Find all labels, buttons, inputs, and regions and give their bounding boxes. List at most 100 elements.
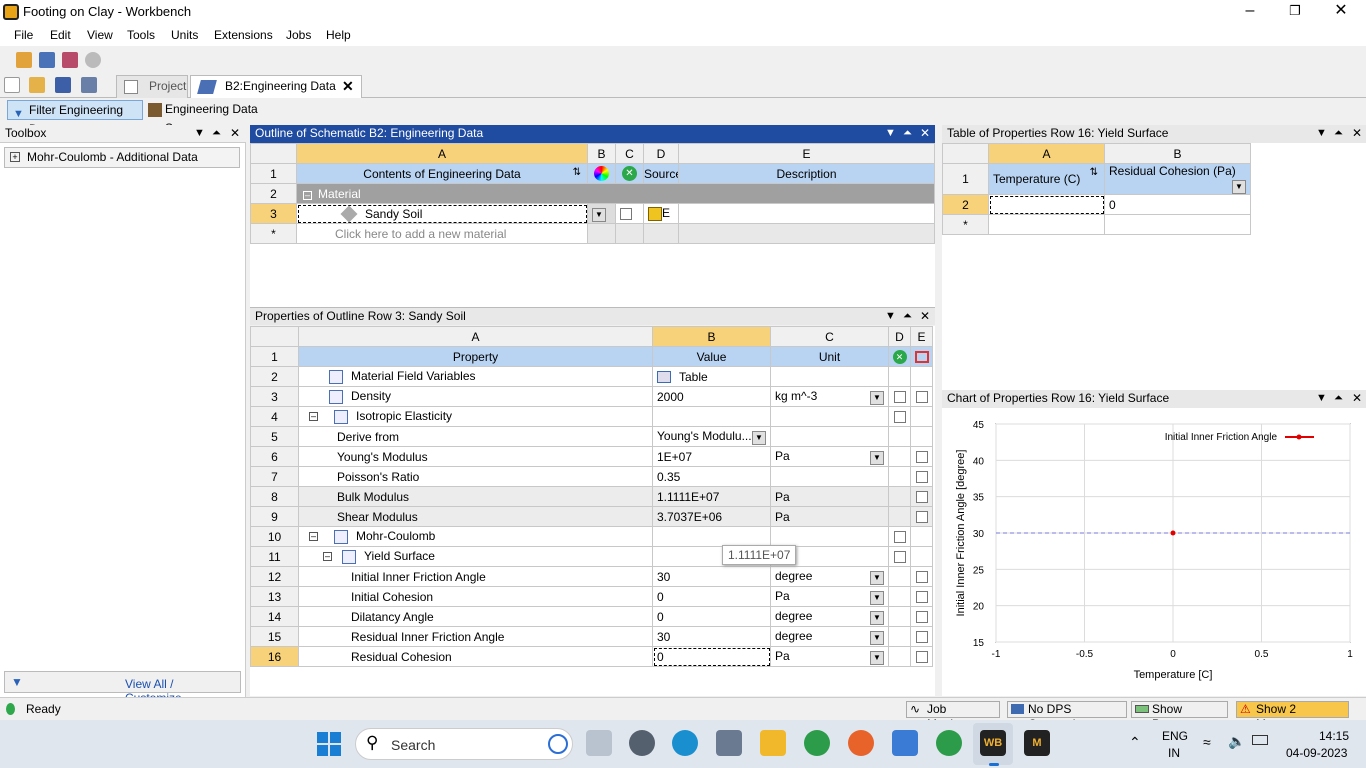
property-value-cell[interactable]: 0 bbox=[652, 646, 771, 667]
property-value-cell[interactable] bbox=[652, 526, 771, 547]
engineering-data-sources-button[interactable]: Engineering Data Sources bbox=[145, 100, 295, 135]
collapse-icon[interactable]: – bbox=[323, 552, 332, 562]
property-value-cell[interactable]: 1.1111E+07 bbox=[652, 486, 771, 507]
menu-extensions[interactable]: Extensions bbox=[214, 28, 273, 42]
parameter-cell[interactable] bbox=[910, 646, 933, 667]
sort-icon[interactable]: ⇅ bbox=[1090, 167, 1098, 178]
open-icon[interactable] bbox=[29, 77, 45, 93]
col-header-b[interactable]: B bbox=[1104, 143, 1251, 164]
tab-close-icon[interactable]: ✕ bbox=[342, 76, 354, 97]
refresh-icon[interactable] bbox=[85, 52, 101, 68]
battery-icon[interactable] bbox=[1252, 735, 1268, 745]
suppress-cell[interactable] bbox=[888, 406, 911, 427]
tool-icon[interactable] bbox=[716, 730, 742, 756]
parameter-cell[interactable] bbox=[910, 526, 933, 547]
property-name-cell[interactable]: Dilatancy Angle bbox=[298, 606, 653, 627]
job-monitor-button[interactable]: ∿Job Monitor... bbox=[906, 701, 1000, 731]
menu-edit[interactable]: Edit bbox=[50, 28, 71, 42]
panel-close-icon[interactable]: ✕ bbox=[1352, 125, 1362, 142]
filter-engineering-data-button[interactable]: ▼ Filter Engineering Data bbox=[7, 100, 143, 136]
dropdown-icon[interactable]: ▼ bbox=[870, 570, 884, 585]
toolbox-item-mohr-coulomb[interactable]: + Mohr-Coulomb - Additional Data bbox=[4, 147, 240, 168]
property-value-cell[interactable]: 2000 bbox=[652, 386, 771, 407]
panel-menu-icon[interactable]: ▼ bbox=[1316, 390, 1327, 407]
temperature-cell[interactable] bbox=[988, 194, 1105, 215]
suppress-cell[interactable] bbox=[615, 203, 644, 224]
tab-engineering-data[interactable]: B2:Engineering Data ✕ bbox=[190, 75, 362, 98]
property-value-cell[interactable]: 0 bbox=[652, 606, 771, 627]
suppress-cell[interactable] bbox=[888, 546, 911, 567]
parameter-cell[interactable] bbox=[910, 606, 933, 627]
suppress-cell[interactable] bbox=[888, 586, 911, 607]
collapse-icon[interactable]: – bbox=[309, 532, 318, 542]
menu-jobs[interactable]: Jobs bbox=[286, 28, 311, 42]
property-name-cell[interactable]: Shear Modulus bbox=[298, 506, 653, 527]
collapse-icon[interactable]: – bbox=[303, 190, 312, 200]
parameter-checkbox[interactable] bbox=[915, 651, 928, 664]
property-unit-cell[interactable]: degree ▼ bbox=[770, 566, 889, 587]
show-messages-button[interactable]: ⚠Show 2 Messages bbox=[1236, 701, 1349, 731]
parameter-checkbox[interactable] bbox=[915, 391, 928, 404]
parameter-cell[interactable] bbox=[910, 466, 933, 487]
property-row[interactable]: 4– Isotropic Elasticity bbox=[250, 406, 933, 427]
property-name-cell[interactable]: – Yield Surface bbox=[298, 546, 653, 567]
parameter-checkbox[interactable] bbox=[915, 451, 928, 464]
volume-icon[interactable]: 🔈 bbox=[1228, 733, 1245, 750]
col-header-a[interactable]: A bbox=[988, 143, 1105, 164]
parameter-checkbox[interactable] bbox=[915, 611, 928, 624]
dps-connection-button[interactable]: No DPS Connection bbox=[1007, 701, 1127, 731]
suppress-cell[interactable] bbox=[888, 486, 911, 507]
file-explorer-icon[interactable] bbox=[760, 730, 786, 756]
panel-menu-icon[interactable]: ▼ bbox=[885, 308, 896, 325]
col-header-b[interactable]: B bbox=[652, 326, 771, 347]
settings-icon[interactable] bbox=[629, 730, 655, 756]
property-row[interactable]: 13 Initial Cohesion 0 Pa ▼ bbox=[250, 586, 933, 607]
property-name-cell[interactable]: Material Field Variables bbox=[298, 366, 653, 387]
parameter-checkbox[interactable] bbox=[915, 471, 928, 484]
property-row[interactable]: 2 Material Field Variables Table bbox=[250, 366, 933, 387]
suppress-checkbox[interactable] bbox=[893, 391, 906, 404]
clock-date[interactable]: 04-09-2023 bbox=[1286, 746, 1347, 760]
pin-icon[interactable]: ⏶ bbox=[1334, 125, 1343, 142]
panel-close-icon[interactable]: ✕ bbox=[920, 308, 930, 325]
save-as-icon[interactable] bbox=[62, 52, 78, 68]
dropdown-icon[interactable]: ▼ bbox=[752, 430, 766, 445]
wifi-icon[interactable]: ≈ bbox=[1203, 734, 1211, 750]
property-name-cell[interactable]: Bulk Modulus bbox=[298, 486, 653, 507]
color-dropdown-cell[interactable]: ▼ bbox=[587, 203, 616, 224]
menu-file[interactable]: File bbox=[14, 28, 33, 42]
property-row[interactable]: 10– Mohr-Coulomb bbox=[250, 526, 933, 547]
col-header-d[interactable]: D bbox=[643, 143, 679, 164]
parameter-checkbox[interactable] bbox=[915, 511, 928, 524]
parameter-cell[interactable] bbox=[910, 506, 933, 527]
description-cell[interactable] bbox=[678, 203, 935, 224]
pin-icon[interactable]: ⏶ bbox=[903, 125, 912, 142]
dropdown-icon[interactable]: ▼ bbox=[1232, 180, 1246, 194]
dropdown-icon[interactable]: ▼ bbox=[870, 450, 884, 465]
property-name-cell[interactable]: – Mohr-Coulomb bbox=[298, 526, 653, 547]
suppress-cell[interactable] bbox=[888, 646, 911, 667]
property-value-cell[interactable]: 30 bbox=[652, 566, 771, 587]
col-header-d[interactable]: D bbox=[888, 326, 911, 347]
property-name-cell[interactable]: Residual Inner Friction Angle bbox=[298, 626, 653, 647]
parameter-cell[interactable] bbox=[910, 486, 933, 507]
property-name-cell[interactable]: Initial Cohesion bbox=[298, 586, 653, 607]
pin-icon[interactable]: ⏶ bbox=[1334, 390, 1343, 407]
edge-icon[interactable] bbox=[672, 730, 698, 756]
property-name-cell[interactable]: Poisson's Ratio bbox=[298, 466, 653, 487]
property-value-cell[interactable]: 0.35 bbox=[652, 466, 771, 487]
sandy-soil-cell[interactable]: Sandy Soil bbox=[296, 203, 588, 224]
chevron-up-icon[interactable]: ⌃ bbox=[1129, 734, 1141, 751]
property-unit-cell[interactable]: kg m^-3 ▼ bbox=[770, 386, 889, 407]
parameter-checkbox[interactable] bbox=[915, 571, 928, 584]
property-value-cell[interactable]: Table bbox=[652, 366, 771, 387]
property-unit-cell[interactable]: Pa ▼ bbox=[770, 586, 889, 607]
dropdown-icon[interactable]: ▼ bbox=[870, 630, 884, 645]
property-name-cell[interactable]: Density bbox=[298, 386, 653, 407]
panel-menu-icon[interactable]: ▼ bbox=[194, 125, 205, 142]
dropdown-icon[interactable]: ▼ bbox=[870, 590, 884, 605]
dropdown-icon[interactable]: ▼ bbox=[870, 390, 884, 405]
maximize-icon[interactable]: ❐ bbox=[1285, 2, 1305, 22]
parameter-checkbox[interactable] bbox=[915, 631, 928, 644]
suppress-cell[interactable] bbox=[888, 626, 911, 647]
